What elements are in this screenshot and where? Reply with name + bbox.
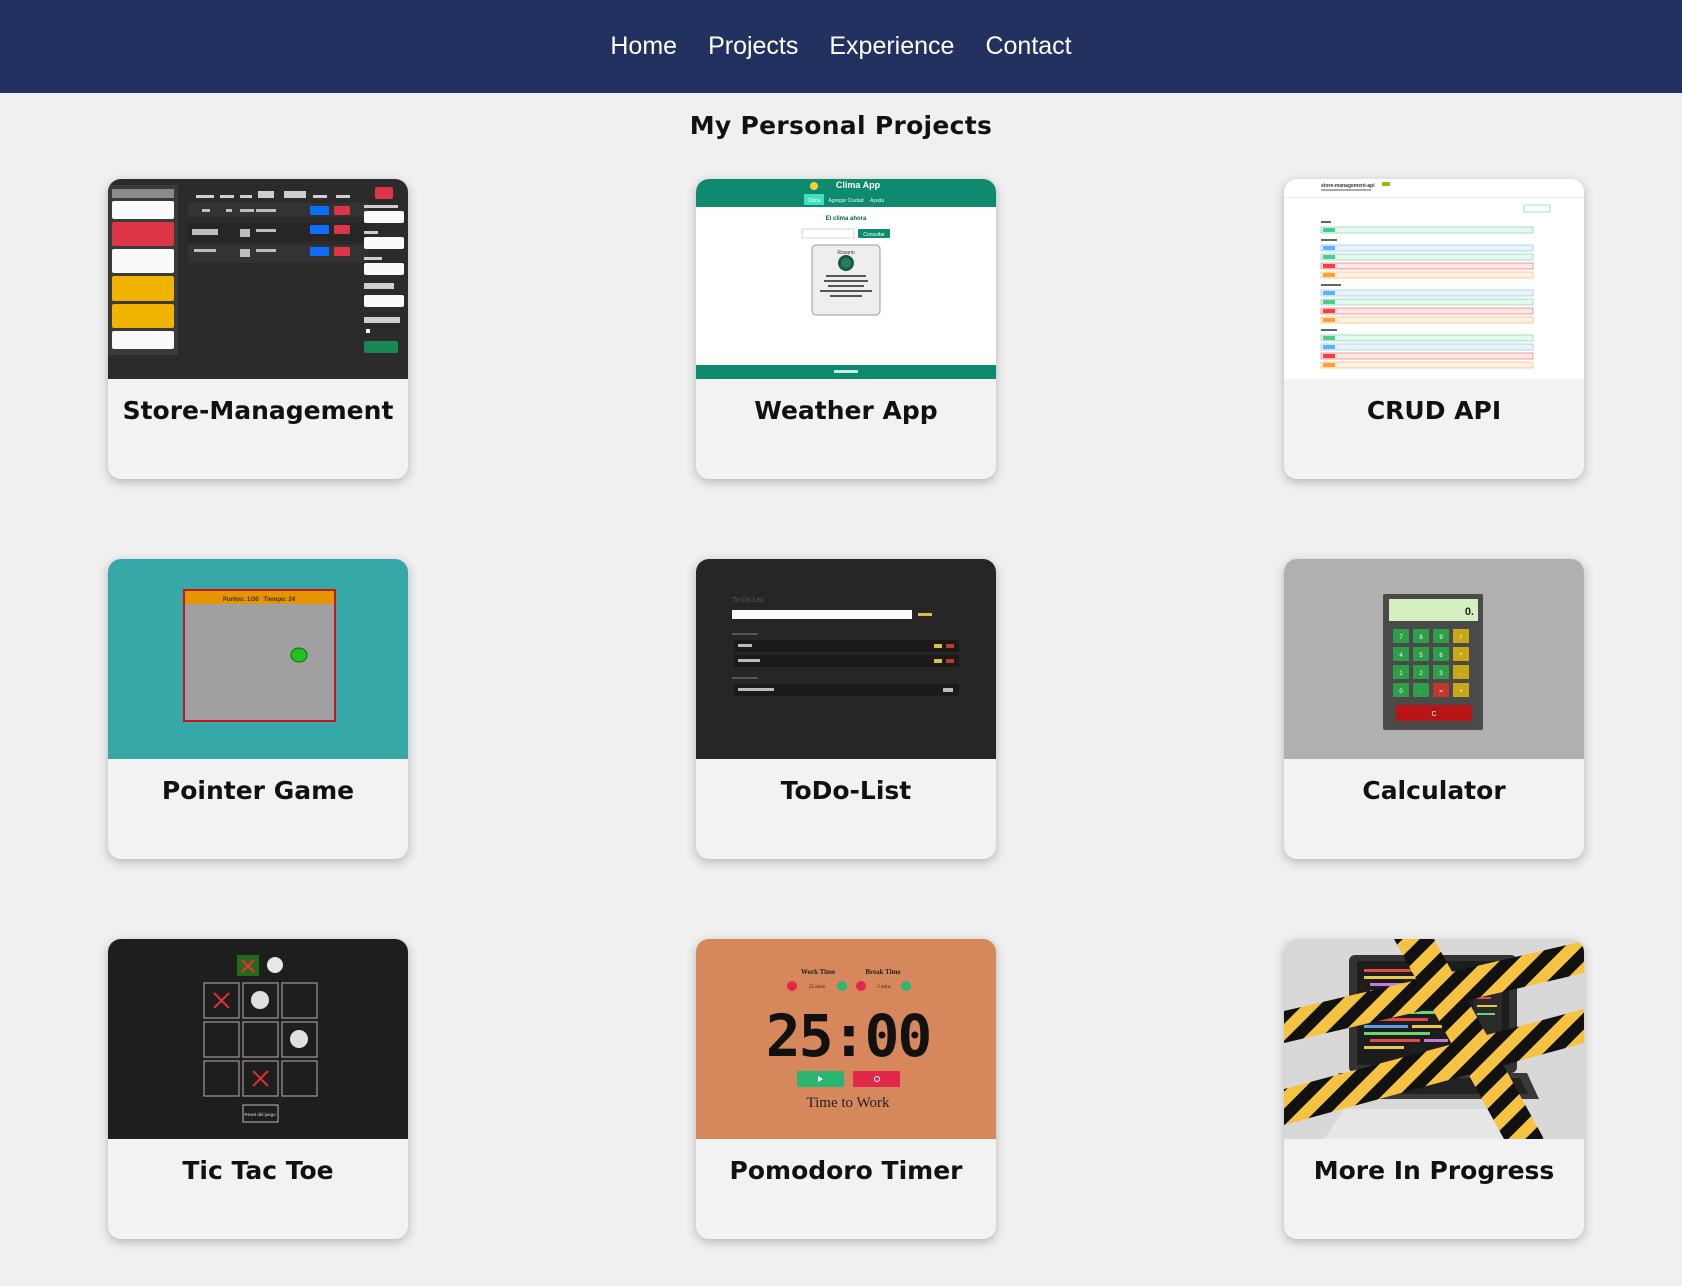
top-navigation: Home Projects Experience Contact [0, 0, 1682, 93]
svg-text:Work Time: Work Time [801, 968, 835, 976]
pomodoro-timer-screenshot: Work Time Break Time 25 mins 5 mins 25:0… [696, 939, 996, 1139]
weather-app-screenshot: Clima App Clima Agregar Ciudad Ayuda El … [696, 179, 996, 379]
project-title: Store-Management [122, 396, 394, 425]
project-card-calculator[interactable]: 0. 7 8 9/4 5 6 * 1 2 3-0. = + C Calculator [1284, 559, 1584, 859]
svg-text:Clima App: Clima App [836, 180, 881, 190]
svg-text:Clima: Clima [808, 198, 821, 204]
project-title: Calculator [1362, 776, 1506, 805]
projects-grid: Store-Management Clima App Clima Agregar… [108, 179, 1585, 1239]
project-card-crud-api[interactable]: store-management-api CRUD API [1284, 179, 1584, 479]
nav-link-experience[interactable]: Experience [829, 32, 954, 61]
svg-text:store-management-api: store-management-api [1321, 183, 1375, 189]
project-title: ToDo-List [780, 776, 912, 805]
svg-text:5 mins: 5 mins [877, 985, 891, 990]
svg-text:Reset del juego: Reset del juego [244, 1112, 276, 1117]
project-card-pomodoro-timer[interactable]: Work Time Break Time 25 mins 5 mins 25:0… [696, 939, 996, 1239]
svg-text:Time to Work: Time to Work [807, 1095, 890, 1111]
nav-link-contact[interactable]: Contact [985, 32, 1071, 61]
svg-text:El clima ahora: El clima ahora [826, 216, 867, 222]
pointer-game-screenshot: Puntos: 1/30 Tiempo: 24 [108, 559, 408, 759]
svg-text:Agregar Ciudad: Agregar Ciudad [828, 198, 863, 204]
project-title: Pomodoro Timer [729, 1156, 963, 1185]
calc-key-label: = [1439, 689, 1443, 695]
todo-list-screenshot: To-Do List [696, 559, 996, 759]
calculator-screenshot: 0. 7 8 9/4 5 6 * 1 2 3-0. = + C [1284, 559, 1584, 759]
under-construction-laptop-image [1284, 939, 1584, 1139]
calc-key-label: + [1459, 689, 1463, 695]
project-title: Weather App [754, 396, 938, 425]
svg-text:Break Time: Break Time [865, 968, 900, 976]
calc-key-label: - [1460, 671, 1462, 677]
project-card-more-in-progress[interactable]: More In Progress [1284, 939, 1584, 1239]
crud-api-screenshot: store-management-api [1284, 179, 1584, 379]
project-card-weather-app[interactable]: Clima App Clima Agregar Ciudad Ayuda El … [696, 179, 996, 479]
svg-text:Puntos: 1/30 Tiempo: 24: Puntos: 1/30 Tiempo: 24 [223, 597, 296, 603]
svg-text:Ayuda: Ayuda [870, 198, 884, 204]
nav-link-projects[interactable]: Projects [708, 32, 798, 61]
svg-text:Consultar: Consultar [863, 232, 885, 238]
page-title: My Personal Projects [689, 111, 993, 140]
project-title: CRUD API [1366, 396, 1502, 425]
tic-tac-toe-screenshot: Reset del juego [108, 939, 408, 1139]
svg-text:To-Do List: To-Do List [732, 597, 764, 604]
svg-text:25 mins: 25 mins [809, 985, 825, 990]
svg-text:0.: 0. [1465, 606, 1474, 618]
project-card-tic-tac-toe[interactable]: Reset del juego Tic Tac Toe [108, 939, 408, 1239]
nav-link-home[interactable]: Home [610, 32, 677, 61]
project-card-todo-list[interactable]: To-Do List ToDo-List [696, 559, 996, 859]
project-title: Tic Tac Toe [182, 1156, 334, 1185]
store-management-screenshot [108, 179, 408, 379]
project-title: More In Progress [1313, 1156, 1555, 1185]
project-title: Pointer Game [161, 776, 355, 805]
svg-text:25:00: 25:00 [766, 1002, 931, 1070]
project-card-store-management[interactable]: Store-Management [108, 179, 408, 479]
svg-text:C: C [1431, 711, 1436, 718]
project-card-pointer-game[interactable]: Puntos: 1/30 Tiempo: 24 Pointer Game [108, 559, 408, 859]
